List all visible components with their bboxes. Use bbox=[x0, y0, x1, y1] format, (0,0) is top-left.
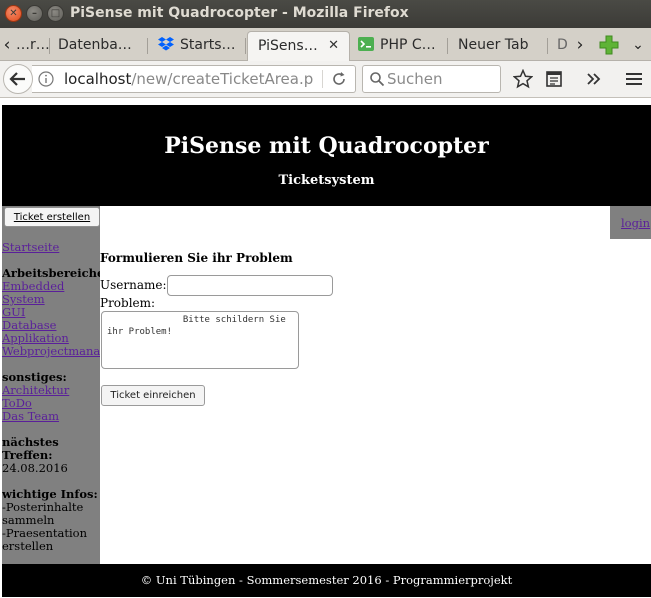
tab-label: Starts… bbox=[180, 37, 236, 53]
site-header: PiSense mit Quadrocopter Ticketsystem bbox=[2, 105, 651, 206]
login-box: login bbox=[610, 206, 651, 239]
dropbox-icon bbox=[158, 37, 174, 51]
sidebar: Ticket erstellen Startseite Arbeitsberei… bbox=[2, 206, 100, 564]
sidebar-link-team[interactable]: Das Team bbox=[2, 410, 100, 423]
ticket-create-button[interactable]: Ticket erstellen bbox=[4, 207, 100, 227]
tab-scroll-left-button[interactable]: ‹ bbox=[0, 31, 14, 61]
sidebar-link-startseite[interactable]: Startseite bbox=[2, 241, 100, 254]
tab-label: D bbox=[557, 37, 568, 53]
url-host: localhost bbox=[64, 70, 132, 88]
tab-label: PHP C… bbox=[380, 37, 436, 53]
search-icon bbox=[370, 72, 385, 87]
back-arrow-icon bbox=[9, 72, 25, 86]
login-link[interactable]: login bbox=[621, 216, 650, 230]
tab-3-active[interactable]: PiSens… ✕ bbox=[247, 31, 350, 61]
tab-label: Datenba… bbox=[58, 37, 132, 53]
tab-label: Neuer Tab bbox=[458, 37, 529, 53]
php-icon bbox=[358, 37, 374, 51]
sidebar-link-webprojectmanager[interactable]: Webprojectmanager bbox=[2, 345, 100, 358]
sidebar-info-line: erstellen bbox=[2, 539, 54, 553]
username-input[interactable] bbox=[167, 275, 333, 296]
info-icon[interactable] bbox=[38, 71, 54, 87]
username-label: Username: bbox=[100, 278, 167, 292]
submit-ticket-button[interactable]: Ticket einreichen bbox=[101, 385, 205, 406]
problem-textarea[interactable] bbox=[101, 311, 299, 369]
sidebar-meeting-date: 24.08.2016 bbox=[2, 461, 68, 475]
site-footer: © Uni Tübingen - Sommersemester 2016 - P… bbox=[2, 564, 651, 597]
reload-icon[interactable] bbox=[331, 71, 347, 87]
chevron-left-icon: ‹ bbox=[3, 35, 11, 55]
tab-separator bbox=[547, 38, 548, 54]
tab-list-button[interactable]: ⌄ bbox=[628, 31, 648, 61]
site-title: PiSense mit Quadrocopter bbox=[164, 133, 489, 159]
tab-separator bbox=[147, 38, 148, 54]
window-maximize-button[interactable]: □ bbox=[47, 5, 64, 22]
tab-6[interactable]: D bbox=[557, 31, 571, 61]
reading-list-icon[interactable] bbox=[544, 69, 564, 89]
minimize-icon: – bbox=[32, 8, 37, 19]
problem-label: Problem: bbox=[100, 296, 156, 310]
web-page: PiSense mit Quadrocopter Ticketsystem Ti… bbox=[0, 99, 651, 598]
tab-separator bbox=[447, 38, 448, 54]
maximize-icon: □ bbox=[50, 8, 61, 19]
tab-4[interactable]: PHP C… bbox=[358, 31, 448, 61]
tab-1[interactable]: Datenba… bbox=[58, 31, 148, 61]
search-bar[interactable] bbox=[362, 65, 501, 93]
url-path: /new/createTicketArea.p bbox=[131, 70, 314, 88]
url-text: localhost/new/createTicketArea.p bbox=[64, 66, 313, 92]
tab-scroll-right-button[interactable]: › bbox=[572, 31, 588, 61]
nav-toolbar: localhost/new/createTicketArea.p bbox=[0, 61, 651, 98]
tab-separator bbox=[49, 38, 50, 54]
chevron-down-icon: ⌄ bbox=[632, 37, 644, 53]
close-icon: ✕ bbox=[9, 8, 18, 19]
tab-close-icon[interactable]: ✕ bbox=[328, 32, 339, 60]
tab-5[interactable]: Neuer Tab bbox=[458, 31, 548, 61]
window-minimize-button[interactable]: – bbox=[26, 5, 43, 22]
tab-label: …r… bbox=[16, 37, 50, 53]
url-divider bbox=[322, 70, 323, 88]
tab-strip: ‹ …r… Datenba… Starts… PiSens… ✕ PHP C… … bbox=[0, 28, 651, 61]
hamburger-menu-icon[interactable] bbox=[624, 69, 644, 89]
tab-0[interactable]: …r… bbox=[16, 31, 50, 61]
form-heading: Formulieren Sie ihr Problem bbox=[100, 251, 293, 265]
tab-2[interactable]: Starts… bbox=[158, 31, 246, 61]
overflow-chevron-icon[interactable] bbox=[584, 69, 604, 89]
window-close-button[interactable]: ✕ bbox=[5, 5, 22, 22]
url-bar[interactable]: localhost/new/createTicketArea.p bbox=[32, 65, 356, 93]
chevron-right-icon: › bbox=[576, 35, 584, 55]
bookmark-star-icon[interactable] bbox=[513, 69, 533, 89]
search-input[interactable] bbox=[387, 67, 497, 91]
back-button[interactable] bbox=[3, 64, 33, 94]
tab-separator bbox=[245, 38, 246, 54]
site-subtitle: Ticketsystem bbox=[278, 173, 375, 188]
tab-label: PiSens… bbox=[258, 38, 318, 54]
window-titlebar: ✕ – □ PiSense mit Quadrocopter - Mozilla… bbox=[0, 0, 651, 28]
window-title: PiSense mit Quadrocopter - Mozilla Firef… bbox=[70, 5, 409, 21]
new-tab-icon[interactable] bbox=[598, 34, 620, 56]
